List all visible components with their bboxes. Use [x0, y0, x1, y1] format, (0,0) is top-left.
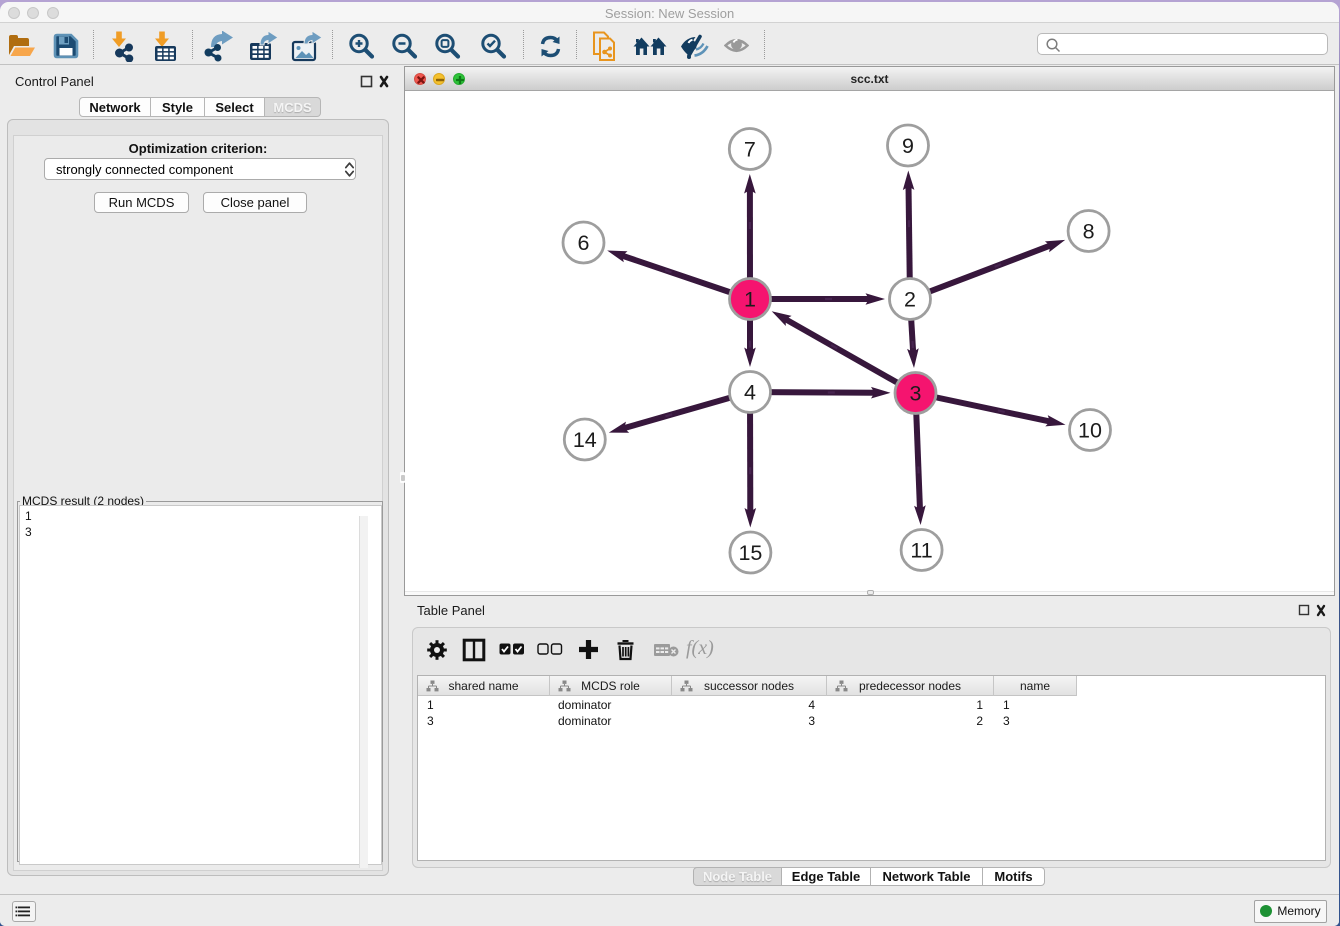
svg-text:8: 8: [1083, 220, 1095, 244]
svg-text:4: 4: [744, 381, 756, 405]
svg-text:3: 3: [910, 382, 922, 406]
svg-text:1: 1: [744, 288, 756, 312]
svg-text:10: 10: [1078, 419, 1102, 443]
svg-text:6: 6: [578, 231, 590, 255]
svg-text:15: 15: [738, 541, 762, 565]
svg-text:9: 9: [902, 134, 914, 158]
svg-text:2: 2: [904, 288, 916, 312]
svg-text:7: 7: [744, 138, 756, 162]
svg-text:14: 14: [573, 428, 597, 452]
svg-text:11: 11: [910, 539, 932, 563]
